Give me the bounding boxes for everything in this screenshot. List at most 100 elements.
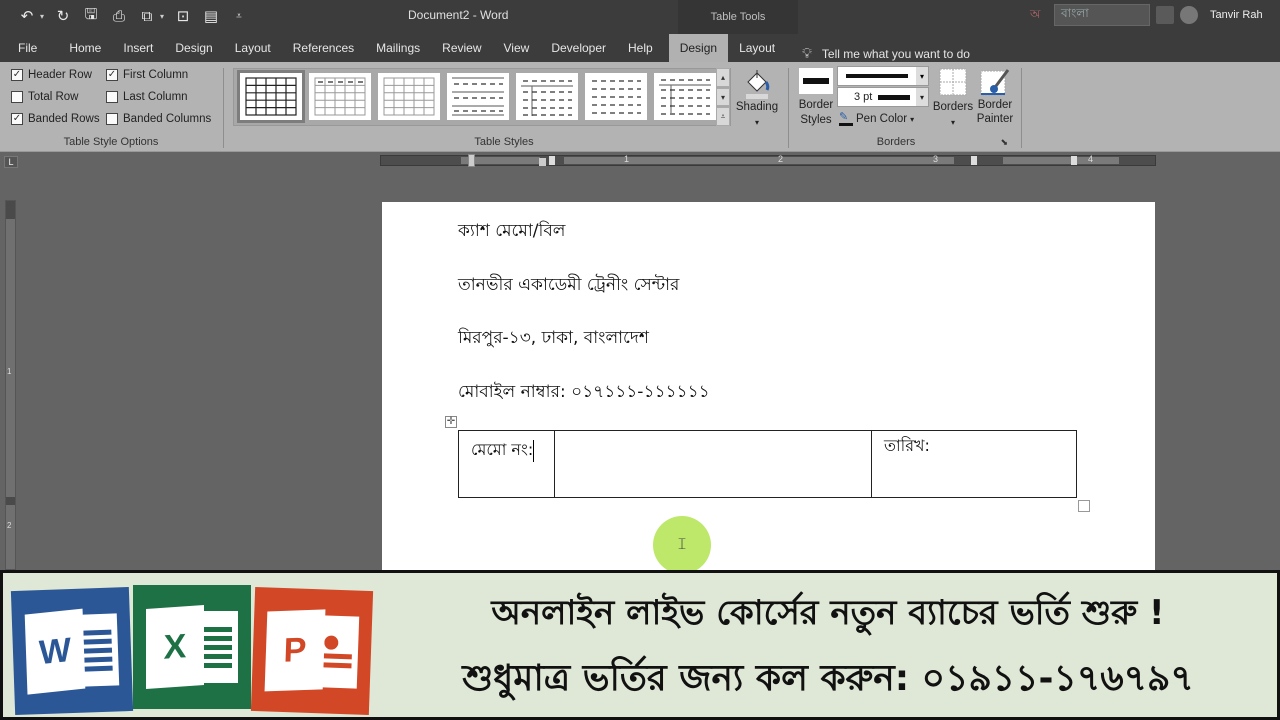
- print-icon[interactable]: ⎙: [108, 6, 130, 26]
- tab-table-design[interactable]: Design: [668, 34, 729, 62]
- input-method-icon[interactable]: অ: [1030, 6, 1048, 24]
- total-row-checkbox[interactable]: Total Row: [11, 91, 79, 103]
- group-separator: [788, 68, 789, 148]
- vertical-ruler[interactable]: 1 2: [5, 200, 16, 570]
- paste-options-icon[interactable]: ⧉: [136, 6, 158, 26]
- ruler-number: 3: [933, 154, 939, 164]
- table-cell-empty[interactable]: [554, 430, 872, 498]
- account-icon[interactable]: [1180, 6, 1198, 24]
- shading-button[interactable]: Shading ▾: [734, 68, 780, 130]
- header-row-checkbox[interactable]: ✓ Header Row: [11, 69, 92, 81]
- column-marker[interactable]: [971, 156, 977, 165]
- ribbon-display-icon[interactable]: [1156, 6, 1174, 24]
- tab-selector[interactable]: L: [4, 156, 18, 168]
- tab-file[interactable]: File: [0, 34, 58, 62]
- column-marker[interactable]: [549, 156, 555, 165]
- first-column-checkbox[interactable]: ✓ First Column: [106, 69, 188, 81]
- table-cell-memo-no[interactable]: মেমো নং:: [458, 430, 555, 498]
- undo-icon[interactable]: ↶: [16, 6, 38, 26]
- ruler-number: 2: [778, 154, 784, 164]
- right-indent-marker[interactable]: [539, 158, 546, 166]
- table-move-handle-icon[interactable]: ✛: [445, 416, 457, 428]
- logo-grid: [198, 611, 238, 683]
- column-marker[interactable]: [1071, 156, 1077, 165]
- language-selector[interactable]: বাংলা: [1054, 4, 1150, 26]
- paint-bucket-icon: [746, 70, 770, 99]
- line-style-dropdown[interactable]: ▾: [837, 66, 929, 86]
- table-style-grid-light[interactable]: [309, 73, 371, 120]
- tab-help[interactable]: Help: [617, 34, 664, 62]
- tab-table-layout[interactable]: Layout: [728, 34, 786, 62]
- gallery-scroll-down-icon[interactable]: ▾: [716, 87, 730, 107]
- customize-qat-icon[interactable]: ⩡: [228, 6, 250, 26]
- tab-references[interactable]: References: [282, 34, 365, 62]
- borders-group: Border Styles ▾ 3 pt ▾ ✎ Pen Color ▾ Bor…: [790, 62, 1022, 152]
- borders-button[interactable]: Borders ▾: [932, 68, 974, 130]
- banded-rows-checkbox[interactable]: ✓ Banded Rows: [11, 113, 100, 125]
- line-weight-value: 3 pt: [854, 91, 873, 103]
- table-resize-handle[interactable]: [1078, 500, 1090, 512]
- chevron-down-icon: ▾: [754, 118, 759, 127]
- table-style-header-column[interactable]: [516, 73, 578, 120]
- form-icon[interactable]: ▤: [200, 6, 222, 26]
- title-bar: ↶ ▾ ↻ 🖫 ⎙ ⧉ ▾ ⊡ ▤ ⩡ Document2 - Word Tab…: [0, 0, 1280, 34]
- table-style-grid-light-2[interactable]: [378, 73, 440, 120]
- tab-developer[interactable]: Developer: [540, 34, 617, 62]
- banded-columns-label: Banded Columns: [123, 113, 212, 125]
- user-name[interactable]: Tanvir Rah: [1210, 9, 1263, 21]
- redo-icon[interactable]: ↻: [52, 6, 74, 26]
- tab-mailings[interactable]: Mailings: [365, 34, 431, 62]
- table-style-plain[interactable]: [585, 73, 647, 120]
- chevron-down-icon: ▾: [910, 114, 915, 124]
- gallery-more-icon[interactable]: ⩡: [716, 107, 730, 127]
- indent-marker[interactable]: [468, 154, 475, 167]
- cell-text: তারিখ:: [884, 436, 930, 455]
- paste-dropdown-icon[interactable]: ▾: [158, 6, 166, 26]
- gallery-scroll-up-icon[interactable]: ▴: [716, 68, 730, 87]
- tab-home[interactable]: Home: [58, 34, 112, 62]
- table-style-banded-lines[interactable]: [447, 73, 509, 120]
- header-row-label: Header Row: [28, 69, 92, 81]
- table-cell-date[interactable]: তারিখ:: [871, 430, 1077, 498]
- last-column-checkbox[interactable]: Last Column: [106, 91, 188, 103]
- ruler-text-area: [1003, 157, 1119, 164]
- context-tab-group-label: Table Tools: [678, 0, 798, 34]
- word-logo-icon: W: [10, 586, 134, 716]
- promo-banner: W X P অনলাইন লাইভ কোর্সের নতুন ব্যাচের ভ…: [0, 570, 1280, 720]
- pen-color-button[interactable]: ✎ Pen Color ▾: [839, 112, 914, 126]
- border-painter-label: Border Painter: [976, 99, 1014, 125]
- system-area: অ বাংলা Tanvir Rah: [1030, 2, 1263, 28]
- screenshot-icon[interactable]: ⊡: [172, 6, 194, 26]
- checkbox-checked-icon: ✓: [11, 69, 23, 81]
- table-style-grid-dark[interactable]: [237, 70, 305, 123]
- border-painter-button[interactable]: Border Painter: [974, 68, 1016, 126]
- border-styles-button[interactable]: Border Styles: [796, 68, 836, 128]
- line-weight-dropdown[interactable]: 3 pt ▾: [837, 87, 929, 107]
- ruler-number: 4: [1088, 154, 1094, 164]
- doc-line-address[interactable]: মিরপুর-১৩, ঢাকা, বাংলাদেশ: [458, 325, 649, 353]
- chevron-down-icon: ▾: [916, 67, 928, 85]
- tab-view[interactable]: View: [493, 34, 541, 62]
- document-page[interactable]: ক্যাশ মেমো/বিল তানভীর একাডেমী ট্রেনীং সে…: [382, 202, 1155, 572]
- doc-line-title[interactable]: ক্যাশ মেমো/বিল: [458, 218, 565, 246]
- tab-design[interactable]: Design: [164, 34, 223, 62]
- memo-table: মেমো নং: তারিখ:: [458, 430, 1077, 498]
- total-row-label: Total Row: [28, 91, 79, 103]
- tab-insert[interactable]: Insert: [112, 34, 164, 62]
- horizontal-ruler[interactable]: 1 2 3 4: [380, 154, 1156, 167]
- save-icon[interactable]: 🖫: [80, 6, 102, 26]
- tab-layout[interactable]: Layout: [224, 34, 282, 62]
- logo-letter: W: [24, 608, 86, 695]
- tell-me-search[interactable]: 💡︎ Tell me what you want to do: [786, 45, 970, 62]
- doc-line-mobile[interactable]: মোবাইল নাম্বার: ০১৭১১১-১১১১১১: [458, 379, 710, 407]
- borders-dialog-launcher-icon[interactable]: ⬊: [1000, 137, 1008, 148]
- banded-columns-checkbox[interactable]: Banded Columns: [106, 113, 211, 125]
- undo-dropdown-icon[interactable]: ▾: [38, 6, 46, 26]
- group-label: Borders: [876, 136, 916, 148]
- tab-review[interactable]: Review: [431, 34, 492, 62]
- border-styles-label: Border Styles: [798, 99, 834, 126]
- first-column-label: First Column: [123, 69, 189, 81]
- border-styles-icon: [799, 68, 833, 94]
- table-style-header-column-2[interactable]: [654, 73, 716, 120]
- doc-line-company[interactable]: তানভীর একাডেমী ট্রেনীং সেন্টার: [458, 272, 679, 300]
